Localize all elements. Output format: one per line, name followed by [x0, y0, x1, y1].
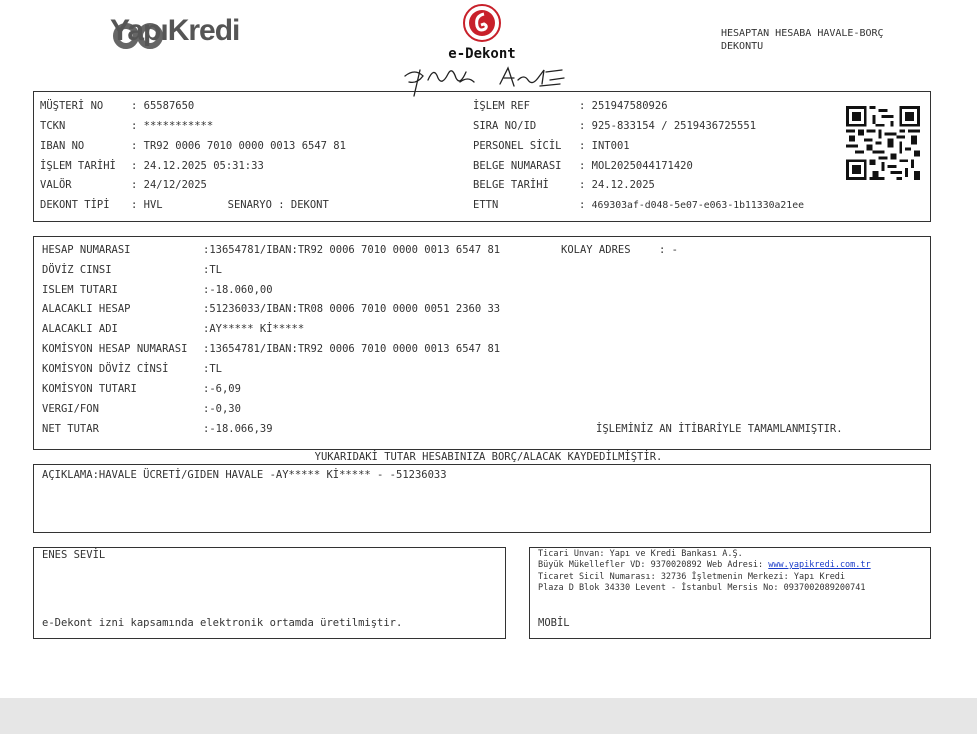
website-link[interactable]: www.yapikredi.com.tr: [768, 560, 870, 570]
document-type: HESAPTAN HESABA HAVALE-BORÇ DEKONTU: [721, 27, 931, 53]
info-row: TCKN: ***********: [40, 120, 214, 132]
bank-info-box: Ticari Unvan: Yapı ve Kredi Bankası A.Ş.…: [529, 547, 931, 639]
info-row: MÜŞTERİ NO: 65587650: [40, 100, 195, 112]
bank-registry-line: Ticaret Sicil Numarası: 32736 İşletmenin…: [538, 572, 846, 582]
info-row: İŞLEM TARİHİ: 24.12.2025 05:31:33: [40, 160, 264, 172]
transaction-info-box: MÜŞTERİ NO: 65587650 TCKN: *********** I…: [33, 91, 931, 222]
detail-row: KOMİSYON HESAP NUMARASI:13654781/IBAN:TR…: [42, 343, 501, 355]
status-text: İŞLEMİNİZ AN İTİBARİYLE TAMAMLANMIŞTIR.: [596, 423, 843, 435]
qr-code-icon: [846, 106, 920, 180]
description-box: AÇIKLAMA:HAVALE ÜCRETİ/GIDEN HAVALE -AY*…: [33, 464, 931, 533]
bank-tax-line: Büyük Mükellefler VD: 9370020892 Web Adr…: [538, 560, 871, 570]
customer-box: ENES SEVİL e-Dekont izni kapsamında elek…: [33, 547, 506, 639]
bank-title-line: Ticari Unvan: Yapı ve Kredi Bankası A.Ş.: [538, 549, 743, 559]
scenario-value: DEKONT: [290, 199, 329, 211]
info-row: PERSONEL SİCİL: INT001: [473, 140, 630, 152]
kolay-adres: KOLAY ADRES: -: [561, 244, 678, 256]
scenario-label: SENARYO: [227, 199, 272, 211]
detail-row: KOMİSYON TUTARI:-6,09: [42, 383, 241, 395]
notice-text: YUKARIDAKİ TUTAR HESABINIZA BORÇ/ALACAK …: [314, 451, 663, 463]
footer-note: e-Dekont izni kapsamında elektronik orta…: [42, 617, 403, 629]
detail-row: NET TUTAR:-18.066,39: [42, 423, 273, 435]
channel-label: MOBİL: [538, 617, 570, 629]
info-row: VALÖR: 24/12/2025: [40, 179, 207, 191]
detail-row: HESAP NUMARASI:13654781/IBAN:TR92 0006 7…: [42, 244, 501, 256]
description-text: AÇIKLAMA:HAVALE ÜCRETİ/GIDEN HAVALE -AY*…: [42, 469, 447, 481]
bank-address-line: Plaza D Blok 34330 Levent - İstanbul Mer…: [538, 583, 866, 593]
info-row: DEKONT TİPİ: HVL SENARYO : DEKONT: [40, 199, 329, 211]
bank-seal-icon: [463, 4, 501, 42]
detail-row: VERGI/FON:-0,30: [42, 403, 241, 415]
detail-row: ALACAKLI ADI:AY***** Kİ*****: [42, 323, 305, 335]
customer-name: ENES SEVİL: [42, 549, 106, 561]
detail-row: ALACAKLI HESAP:51236033/IBAN:TR08 0006 7…: [42, 303, 501, 315]
page-bottom-band: [0, 698, 977, 734]
info-row: İŞLEM REF: 251947580926: [473, 100, 668, 112]
document-type-line2: DEKONTU: [721, 41, 764, 52]
info-row: ETTN: 469303af-d048-5e07-e063-1b11330a21…: [473, 199, 804, 211]
info-row: BELGE TARİHİ: 24.12.2025: [473, 179, 655, 191]
info-row: SIRA NO/ID: 925-833154 / 2519436725551: [473, 120, 757, 132]
detail-row: DÖVİZ CINSI:TL: [42, 264, 222, 276]
info-row: IBAN NO: TR92 0006 7010 0000 0013 6547 8…: [40, 140, 346, 152]
info-row: BELGE NUMARASI: MOL2025044171420: [473, 160, 693, 172]
transaction-details-box: HESAP NUMARASI:13654781/IBAN:TR92 0006 7…: [33, 236, 931, 450]
brand-name: YapıKredi: [110, 14, 240, 47]
detail-row: KOMİSYON DÖVİZ CİNSİ:TL: [42, 363, 222, 375]
detail-row: ISLEM TUTARI:-18.060,00: [42, 284, 273, 296]
document-type-line1: HESAPTAN HESABA HAVALE-BORÇ: [721, 28, 884, 39]
